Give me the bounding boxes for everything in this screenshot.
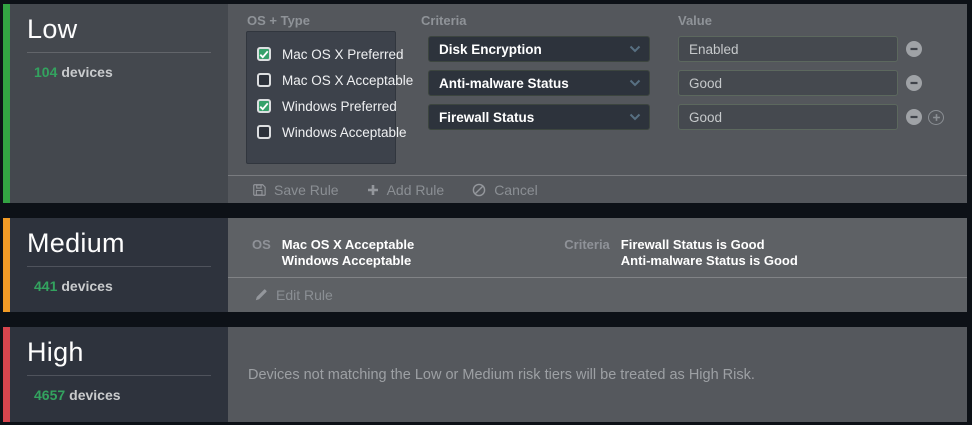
minus-icon	[909, 112, 919, 122]
rule-row: Firewall Status	[428, 104, 944, 130]
os-option-row[interactable]: Mac OS X Acceptable	[257, 67, 395, 93]
chevron-down-icon	[629, 45, 641, 53]
value-input-1[interactable]	[678, 70, 898, 96]
os-summary-label: OS	[252, 237, 271, 269]
tier-medium-rule-summary: OS Mac OS X Acceptable Windows Acceptabl…	[228, 218, 967, 312]
os-summary: OS Mac OS X Acceptable Windows Acceptabl…	[252, 237, 414, 269]
tier-high-header: High 4657devices	[10, 327, 228, 422]
os-option-label: Windows Acceptable	[282, 125, 407, 140]
tier-high-device-count: 4657devices	[27, 387, 228, 403]
rule-row: Disk Encryption	[428, 36, 922, 62]
criteria-summary-value: Firewall Status is Good	[621, 237, 798, 253]
plus-icon	[932, 113, 941, 122]
edit-rule-button[interactable]: Edit Rule	[254, 287, 333, 303]
add-criteria-button[interactable]	[928, 110, 944, 125]
criteria-summary-label: Criteria	[564, 237, 610, 269]
os-summary-value: Windows Acceptable	[282, 253, 414, 269]
value-input-2[interactable]	[678, 104, 898, 130]
tier-low-header: Low 104devices	[10, 4, 228, 203]
os-option-checkbox-2[interactable]	[257, 99, 271, 113]
os-option-label: Windows Preferred	[282, 99, 397, 114]
criteria-dropdown-value: Disk Encryption	[439, 42, 629, 57]
cancel-button[interactable]: Cancel	[472, 182, 538, 198]
os-summary-value: Mac OS X Acceptable	[282, 237, 414, 253]
device-count-label: devices	[61, 64, 112, 80]
os-option-row[interactable]: Windows Preferred	[257, 93, 395, 119]
device-count-label: devices	[61, 278, 112, 294]
save-icon	[252, 183, 266, 197]
checkmark-icon	[259, 50, 269, 59]
rule-row: Anti-malware Status	[428, 70, 922, 96]
remove-rule-button[interactable]	[906, 75, 922, 91]
criteria-summary-values: Firewall Status is Good Anti-malware Sta…	[621, 237, 798, 269]
os-option-checkbox-0[interactable]	[257, 47, 271, 61]
save-rule-label: Save Rule	[274, 182, 339, 198]
os-option-label: Mac OS X Acceptable	[282, 73, 413, 88]
pencil-icon	[254, 288, 268, 302]
minus-icon	[909, 44, 919, 54]
criteria-dropdown-1[interactable]: Anti-malware Status	[428, 70, 650, 96]
chevron-down-icon	[629, 79, 641, 87]
tier-high: High 4657devices Devices not matching th…	[3, 327, 967, 422]
add-rule-button[interactable]: Add Rule	[367, 182, 445, 198]
plus-icon	[367, 184, 379, 196]
edit-rule-label: Edit Rule	[276, 287, 333, 303]
tier-medium: Medium 441devices OS Mac OS X Acceptable…	[3, 218, 967, 312]
chevron-down-icon	[629, 113, 641, 121]
os-option-checkbox-1[interactable]	[257, 73, 271, 87]
criteria-summary: Criteria Firewall Status is Good Anti-ma…	[564, 237, 798, 269]
device-count-number: 4657	[34, 387, 65, 403]
criteria-dropdown-2[interactable]: Firewall Status	[428, 104, 650, 130]
device-count-number: 104	[34, 64, 57, 80]
divider	[27, 375, 211, 376]
cancel-icon	[472, 183, 486, 197]
criteria-dropdown-value: Anti-malware Status	[439, 76, 629, 91]
os-summary-values: Mac OS X Acceptable Windows Acceptable	[282, 237, 414, 269]
tier-low-rule-editor: OS + Type Criteria Value Mac OS X Prefer…	[228, 4, 967, 203]
summary-footer: Edit Rule	[254, 278, 333, 311]
tier-medium-device-count: 441devices	[27, 278, 228, 294]
tier-high-body: Devices not matching the Low or Medium r…	[228, 327, 967, 422]
high-risk-note: Devices not matching the Low or Medium r…	[248, 327, 937, 422]
criteria-dropdown-value: Firewall Status	[439, 110, 629, 125]
os-option-label: Mac OS X Preferred	[282, 47, 404, 62]
value-column-header: Value	[678, 13, 712, 28]
checkmark-icon	[259, 102, 269, 111]
os-option-row[interactable]: Windows Acceptable	[257, 119, 395, 145]
tier-low-device-count: 104devices	[27, 64, 228, 80]
tier-medium-title: Medium	[27, 228, 228, 259]
criteria-summary-value: Anti-malware Status is Good	[621, 253, 798, 269]
editor-footer: Save Rule Add Rule Cancel	[252, 176, 538, 203]
os-type-listbox: Mac OS X Preferred Mac OS X Acceptable W…	[246, 31, 396, 164]
save-rule-button[interactable]: Save Rule	[252, 182, 339, 198]
criteria-column-header: Criteria	[421, 13, 467, 28]
cancel-label: Cancel	[494, 182, 538, 198]
remove-rule-button[interactable]	[906, 41, 922, 57]
divider	[228, 277, 967, 278]
tier-low-title: Low	[27, 14, 228, 45]
remove-rule-button[interactable]	[906, 109, 922, 125]
tier-medium-header: Medium 441devices	[10, 218, 228, 312]
device-count-number: 441	[34, 278, 57, 294]
device-count-label: devices	[69, 387, 120, 403]
rule-summary-row: OS Mac OS X Acceptable Windows Acceptabl…	[228, 237, 967, 269]
divider	[27, 266, 211, 267]
os-type-column-header: OS + Type	[247, 13, 310, 28]
minus-icon	[909, 78, 919, 88]
tier-low: Low 104devices OS + Type Criteria Value …	[3, 4, 967, 203]
value-input-0[interactable]	[678, 36, 898, 62]
divider	[27, 52, 211, 53]
add-rule-label: Add Rule	[387, 182, 445, 198]
os-option-checkbox-3[interactable]	[257, 125, 271, 139]
os-option-row[interactable]: Mac OS X Preferred	[257, 41, 395, 67]
criteria-dropdown-0[interactable]: Disk Encryption	[428, 36, 650, 62]
tier-high-title: High	[27, 337, 228, 368]
